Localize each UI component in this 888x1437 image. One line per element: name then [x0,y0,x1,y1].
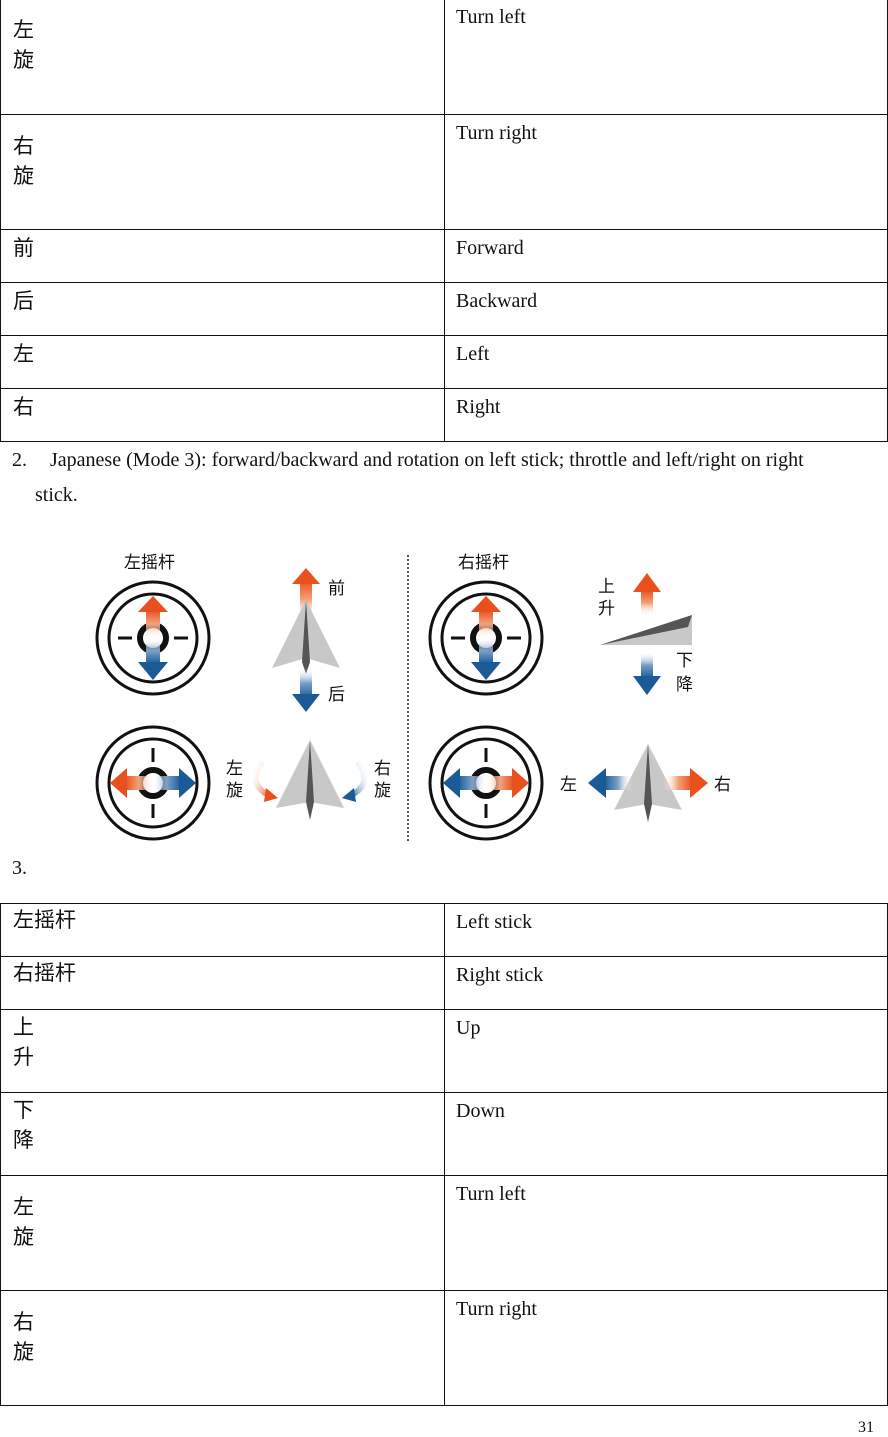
zh-cell: 右摇杆 [0,956,445,1010]
en-cell: Left stick [444,903,888,957]
left-stick-rotation [95,725,211,841]
en-cell: Right stick [444,956,888,1010]
zh-char: 右 [13,1310,34,1334]
table-row: 左旋 Turn left [0,0,888,115]
table-row: 左摇杆 Left stick [0,903,888,957]
label-up-1: 上 [598,577,615,597]
arrow-down-icon [138,662,168,680]
section-number: 2. [12,449,27,471]
left-stick-label: 左摇杆 [124,553,175,573]
label-down-1: 下 [676,651,693,671]
zh-char: 旋 [13,1340,34,1364]
zh-cell: 后 [0,282,445,336]
zh-text: 左摇杆 [13,908,76,932]
en-cell: Backward [444,282,888,336]
en-cell: Turn left [444,1175,888,1291]
zh-char: 前 [13,236,34,260]
arrow-descend-icon [633,676,661,695]
zh-cell: 前 [0,229,445,283]
zh-cell: 右 [0,388,445,442]
label-turn-right-1: 右 [374,759,391,779]
zh-char: 下 [13,1098,34,1122]
arrow-up-icon [471,596,501,612]
zh-cell: 右旋 [0,1290,445,1406]
label-backward: 后 [328,685,345,705]
en-cell: Turn right [444,1290,888,1406]
mode3-stick-diagram: 左摇杆 右摇杆 前 后 上 升 下 降 左 旋 右 旋 左 右 [95,553,731,842]
arrow-forward-icon [292,568,320,584]
label-left: 左 [560,775,577,795]
en-cell: Turn right [444,114,888,230]
zh-char: 升 [13,1045,34,1069]
arrow-left-icon [588,768,606,798]
arrow-backward-icon [292,694,320,712]
zh-cell: 右旋 [0,114,445,230]
en-cell: Up [444,1009,888,1093]
label-up-2: 升 [598,599,615,619]
label-turn-right-2: 旋 [374,781,391,801]
label-turn-left-2: 旋 [226,781,243,801]
arrow-climb-icon [633,573,661,592]
en-cell: Turn left [444,0,888,115]
zh-char: 右 [13,134,34,158]
en-cell: Forward [444,229,888,283]
zh-char: 降 [13,1128,34,1152]
table-row: 左旋 Turn left [0,1175,888,1291]
zh-char: 旋 [13,1225,34,1249]
section-3-number: 3. [12,857,27,879]
section-2-paragraph: 2. Japanese (Mode 3): forward/backward an… [12,448,882,472]
arrow-up-icon [138,596,168,612]
zh-char: 上 [13,1015,34,1039]
label-down-2: 降 [676,675,693,695]
right-stick-left-right [428,725,544,841]
label-right: 右 [714,775,731,795]
right-stick-label: 右摇杆 [458,553,509,573]
zh-cell: 左 [0,335,445,389]
en-cell: Left [444,335,888,389]
climb-descend-graphic: 上 升 下 降 [598,573,693,695]
zh-char: 右 [13,395,34,419]
table-row: 前 Forward [0,229,888,283]
arrow-right-icon [690,768,708,798]
label-turn-left-1: 左 [226,759,243,779]
zh-cell: 下降 [0,1092,445,1176]
arrow-right-icon [179,768,196,798]
right-stick-throttle [428,580,544,696]
left-stick-forward-backward [95,580,211,696]
arrow-left-icon [443,768,460,798]
zh-char: 旋 [13,48,34,72]
section-text: Japanese (Mode 3): forward/backward and … [50,449,804,471]
table-row: 右 Right [0,388,888,442]
en-cell: Down [444,1092,888,1176]
zh-cell: 上升 [0,1009,445,1093]
en-cell: Right [444,388,888,442]
arrow-right-icon [512,768,529,798]
zh-char: 左 [13,18,34,42]
zh-char: 左 [13,342,34,366]
table-row: 上升 Up [0,1009,888,1093]
table-row: 后 Backward [0,282,888,336]
control-table-top: 左旋 Turn left 右旋 Turn right 前 Forward 后 B… [0,0,888,442]
label-forward: 前 [328,579,345,599]
arrow-left-icon [110,768,127,798]
arrow-down-icon [471,662,501,680]
table-row: 右旋 Turn right [0,1290,888,1406]
table-row: 右旋 Turn right [0,114,888,230]
plane-left-right: 左 右 [560,744,731,822]
zh-cell: 左旋 [0,1175,445,1291]
table-row: 左 Left [0,335,888,389]
plane-forward-backward: 前 后 [272,568,345,712]
zh-char: 左 [13,1195,34,1219]
zh-cell: 左旋 [0,0,445,115]
section-2-continuation: stick. [35,484,78,506]
zh-char: 后 [13,289,34,313]
table-row: 下降 Down [0,1092,888,1176]
control-table-bottom: 左摇杆 Left stick 右摇杆 Right stick 上升 Up 下降 … [0,903,888,1406]
page-number: 31 [858,1419,874,1436]
plane-rotation: 左 旋 右 旋 [226,740,391,820]
table-row: 右摇杆 Right stick [0,956,888,1010]
zh-text: 右摇杆 [13,961,76,985]
zh-char: 旋 [13,164,34,188]
zh-cell: 左摇杆 [0,903,445,957]
